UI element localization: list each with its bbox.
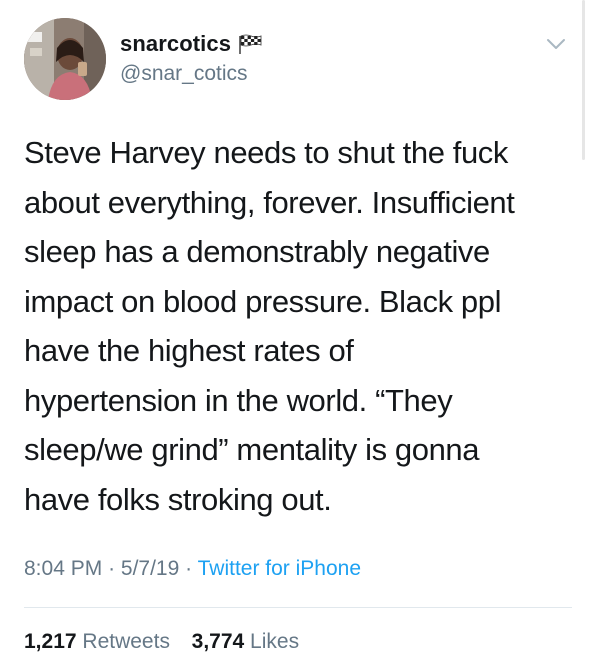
retweets-stat[interactable]: 1,217 Retweets	[24, 630, 176, 653]
tweet-date[interactable]: 5/7/19	[121, 557, 179, 580]
meta-separator: ·	[108, 557, 116, 580]
divider	[24, 607, 572, 608]
tweet-card: snarcotics @snar_cotics Steve Harvey nee…	[0, 0, 590, 662]
tweet-text-line: about everything, forever. Insufficient	[24, 184, 515, 220]
tweet-text-line: have folks stroking out.	[24, 481, 332, 517]
user-info[interactable]: snarcotics @snar_cotics	[120, 30, 262, 86]
checkered-flag-icon	[239, 34, 262, 54]
tweet-time[interactable]: 8:04 PM	[24, 557, 102, 580]
chevron-down-icon[interactable]	[545, 36, 567, 52]
tweet-text: Steve Harvey needs to shut the fuck abou…	[24, 128, 564, 524]
tweet-text-line: sleep/we grind” mentality is gonna	[24, 432, 480, 467]
meta-separator: ·	[185, 557, 193, 580]
likes-count: 3,774	[191, 630, 245, 653]
likes-label: Likes	[250, 630, 300, 653]
display-name[interactable]: snarcotics	[120, 31, 231, 57]
display-name-row: snarcotics	[120, 30, 262, 58]
retweets-count: 1,217	[24, 630, 77, 653]
tweet-text-line: Steve Harvey needs to shut the fuck	[24, 135, 508, 170]
tweet-text-line: sleep has a demonstrably negative	[24, 234, 490, 269]
tweet-text-line: hypertension in the world. “They	[24, 382, 453, 418]
scrollbar[interactable]	[582, 0, 585, 160]
tweet-meta: 8:04 PM · 5/7/19 · Twitter for iPhone	[24, 557, 361, 581]
tweet-stats: 1,217 Retweets 3,774 Likes	[24, 630, 299, 654]
likes-stat[interactable]: 3,774 Likes	[192, 630, 299, 653]
retweets-label: Retweets	[82, 630, 170, 653]
tweet-text-line: have the highest rates of	[24, 333, 354, 368]
tweet-text-line: impact on blood pressure. Black ppl	[24, 283, 502, 319]
avatar[interactable]	[24, 18, 106, 100]
tweet-source-link[interactable]: Twitter for iPhone	[198, 557, 361, 580]
user-handle[interactable]: @snar_cotics	[120, 62, 262, 86]
